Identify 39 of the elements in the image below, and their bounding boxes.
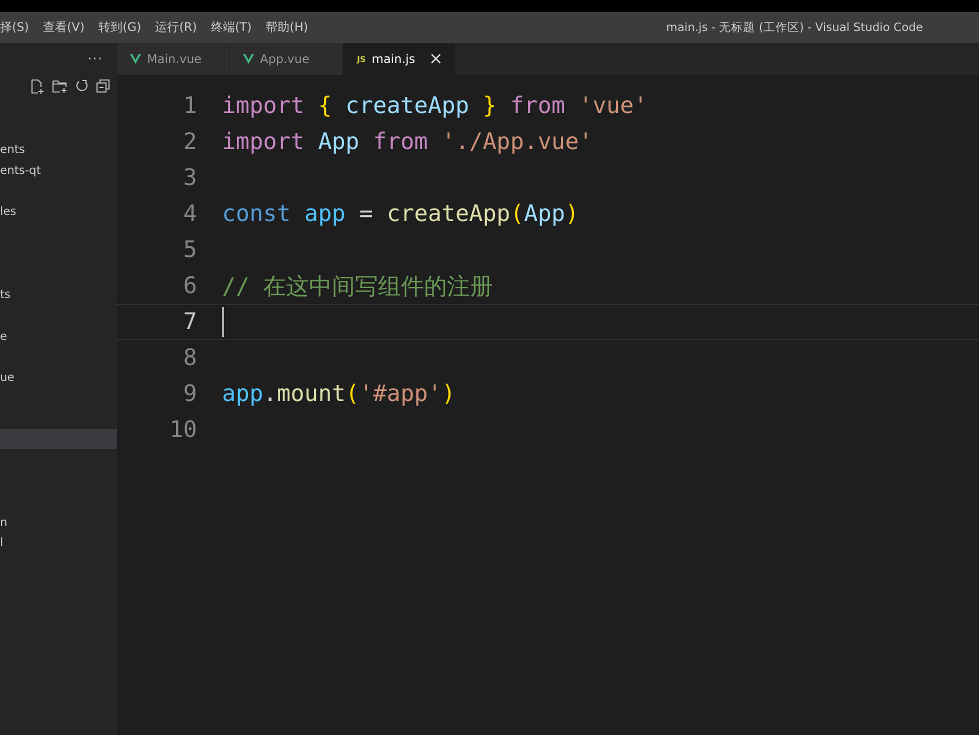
tab-label: App.vue bbox=[260, 52, 310, 66]
code-line: import { createApp } from 'vue' bbox=[222, 93, 648, 119]
refresh-icon[interactable] bbox=[75, 79, 89, 93]
close-icon[interactable]: × bbox=[428, 49, 443, 69]
text-cursor bbox=[222, 307, 224, 337]
menu-item[interactable]: 转到(G) bbox=[92, 19, 148, 36]
line-number: 5 bbox=[182, 237, 197, 263]
menu-item[interactable]: 择(S) bbox=[0, 19, 36, 36]
code-line: const app = createApp(App) bbox=[222, 201, 579, 227]
menu-item[interactable]: 帮助(H) bbox=[258, 19, 316, 36]
vue-logo-icon bbox=[243, 54, 254, 64]
editor-tab[interactable]: App.vue bbox=[230, 43, 343, 75]
line-number: 3 bbox=[182, 165, 197, 191]
line-number: 2 bbox=[182, 129, 197, 155]
editor-tab[interactable]: JS main.js × bbox=[343, 43, 456, 75]
menu-item[interactable]: 终端(T) bbox=[204, 19, 259, 36]
line-number: 1 bbox=[182, 93, 197, 119]
line-number: 6 bbox=[182, 273, 197, 299]
menu-item[interactable]: 查看(V) bbox=[36, 19, 92, 36]
code-line: import App from './App.vue' bbox=[222, 129, 593, 155]
new-file-icon[interactable] bbox=[30, 78, 45, 94]
collapse-all-icon[interactable] bbox=[96, 79, 110, 93]
line-number: 9 bbox=[182, 381, 197, 407]
line-number: 7 bbox=[182, 309, 197, 335]
code-line: // 在这中间写组件的注册 bbox=[222, 272, 494, 302]
line-number: 8 bbox=[182, 345, 197, 371]
tab-label: main.js bbox=[372, 52, 416, 66]
menu-item[interactable]: 运行(R) bbox=[148, 19, 204, 36]
tab-label: Main.vue bbox=[147, 52, 202, 66]
window-title: main.js - 无标题 (工作区) - Visual Studio Code bbox=[666, 20, 924, 35]
editor-tab[interactable]: Main.vue bbox=[117, 43, 230, 75]
code-line: app.mount('#app') bbox=[222, 381, 456, 407]
js-file-label: JS bbox=[357, 54, 366, 64]
line-number: 4 bbox=[182, 201, 197, 227]
line-number: 10 bbox=[168, 417, 197, 443]
more-actions-icon[interactable]: ··· bbox=[88, 52, 103, 66]
vue-logo-icon bbox=[130, 54, 141, 64]
code-editor[interactable]: 1 import { createApp } from 'vue' 2 import App from './App.vue' 3 4 const app = createApp(App) 5 6 // 在这中间写组件的注册 7 8 9 app.mount('#app') 10 bbox=[117, 75, 979, 448]
new-folder-icon[interactable] bbox=[52, 78, 68, 94]
